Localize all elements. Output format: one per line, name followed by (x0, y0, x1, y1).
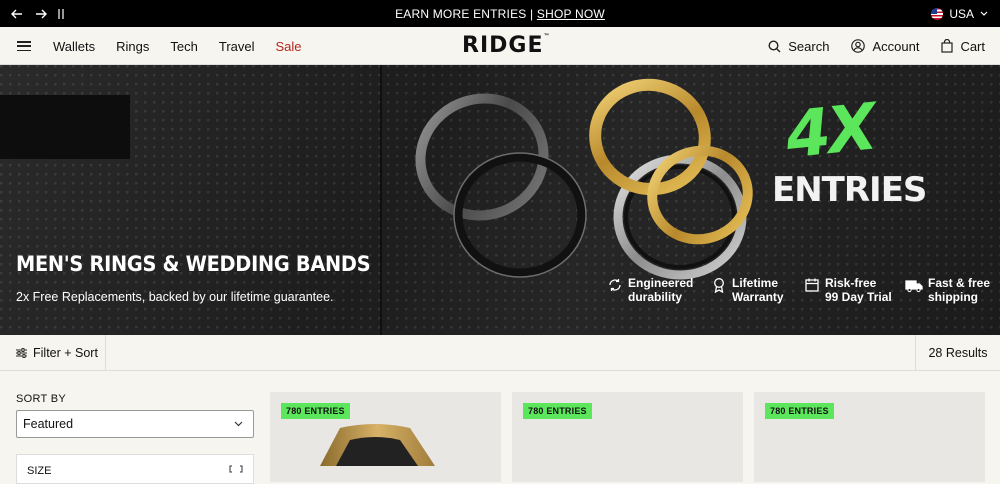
sliders-icon (16, 348, 27, 358)
sort-select[interactable]: Featured (16, 410, 254, 438)
entries-badge: 780 ENTRIES (523, 403, 592, 419)
announcement-bar: EARN MORE ENTRIES | SHOP NOW USA (0, 0, 1000, 27)
feature-line1: Engineered (628, 276, 694, 290)
nav-item-tech[interactable]: Tech (170, 39, 197, 54)
account-icon (851, 39, 866, 53)
promo-badge-4x: 4X (782, 90, 878, 174)
nav-item-sale[interactable]: Sale (276, 39, 302, 54)
nav-item-travel[interactable]: Travel (219, 39, 255, 54)
page-title: MEN'S RINGS & WEDDING BANDS (16, 252, 371, 276)
announcement-message: EARN MORE ENTRIES | SHOP NOW (0, 7, 1000, 21)
hero-shadow-band (0, 95, 130, 159)
calendar-icon (805, 278, 819, 292)
shop-now-link[interactable]: SHOP NOW (537, 7, 605, 21)
results-count: 28 Results (915, 335, 1000, 371)
chevron-down-icon (234, 421, 243, 427)
product-card[interactable]: 780 ENTRIES (754, 392, 985, 482)
account-label: Account (872, 38, 920, 54)
search-button[interactable]: Search (768, 39, 829, 54)
feature-line1: Lifetime (732, 276, 779, 290)
feature-trial: Risk-free 99 Day Trial (804, 276, 905, 304)
feature-list: Engineered durability Lifetime Warranty Ri… (607, 276, 995, 304)
feature-line2: Warranty (732, 290, 784, 304)
filter-sort-button[interactable]: Filter + Sort (0, 335, 106, 371)
award-icon (714, 278, 724, 293)
cart-bag-icon (941, 39, 954, 53)
feature-durability: Engineered durability (607, 276, 711, 304)
feature-warranty: Lifetime Warranty (711, 276, 804, 304)
entries-badge: 780 ENTRIES (765, 403, 834, 419)
hero-banner: 4X ENTRIES MEN'S RINGS & WEDDING BANDS 2… (0, 65, 1000, 335)
size-label: SIZE (27, 465, 52, 477)
arrow-right-icon[interactable] (34, 7, 48, 21)
nav-item-wallets[interactable]: Wallets (53, 39, 95, 54)
sort-value: Featured (23, 417, 74, 431)
trademark-mark: ™ (543, 33, 551, 40)
search-label: Search (788, 38, 830, 54)
site-logo[interactable]: RIDGE™ (462, 33, 550, 58)
site-header: Wallets Rings Tech Travel Sale RIDGE™ Se… (0, 27, 1000, 65)
expand-icon (229, 465, 243, 473)
rings-image (415, 78, 753, 280)
announcement-text: EARN MORE ENTRIES | (395, 6, 537, 21)
region-selector[interactable]: USA (931, 0, 988, 27)
feature-line1: Fast & free (928, 276, 991, 290)
pause-icon[interactable] (58, 8, 68, 19)
filter-sort-label: Filter + Sort (33, 346, 98, 360)
cart-button[interactable]: Cart (941, 39, 985, 54)
feature-shipping: Fast & free shipping (905, 276, 995, 304)
nav-item-rings[interactable]: Rings (116, 39, 149, 54)
sort-by-label: SORT BY (16, 393, 66, 405)
hero-seam (380, 65, 382, 335)
recycle-icon (609, 279, 621, 291)
ring-product-image (320, 424, 435, 466)
truck-icon (905, 280, 923, 293)
announcement-controls (10, 0, 68, 27)
feature-line2: 99 Day Trial (825, 290, 892, 304)
utility-nav: Search Account Cart (746, 27, 985, 65)
product-card[interactable]: 780 ENTRIES (270, 392, 501, 482)
cart-label: Cart (960, 38, 985, 54)
entries-badge: 780 ENTRIES (281, 403, 350, 419)
promo-badge-entries: ENTRIES (772, 170, 927, 210)
search-icon (768, 39, 781, 52)
feature-line1: Risk-free (825, 276, 877, 290)
hamburger-menu-icon[interactable] (17, 41, 31, 51)
us-flag-icon (931, 7, 944, 20)
chevron-down-icon (980, 11, 988, 16)
logo-text: RIDGE (462, 33, 544, 58)
size-filter[interactable]: SIZE (16, 454, 254, 484)
feature-line2: durability (628, 290, 683, 304)
filter-bar: Filter + Sort 28 Results (0, 335, 1000, 371)
arrow-left-icon[interactable] (10, 7, 24, 21)
hero-subtitle: 2x Free Replacements, backed by our life… (16, 290, 334, 304)
region-label: USA (949, 6, 974, 21)
account-button[interactable]: Account (851, 39, 919, 54)
product-card[interactable]: 780 ENTRIES (512, 392, 743, 482)
feature-line2: shipping (928, 290, 978, 304)
main-nav: Wallets Rings Tech Travel Sale (53, 27, 323, 65)
